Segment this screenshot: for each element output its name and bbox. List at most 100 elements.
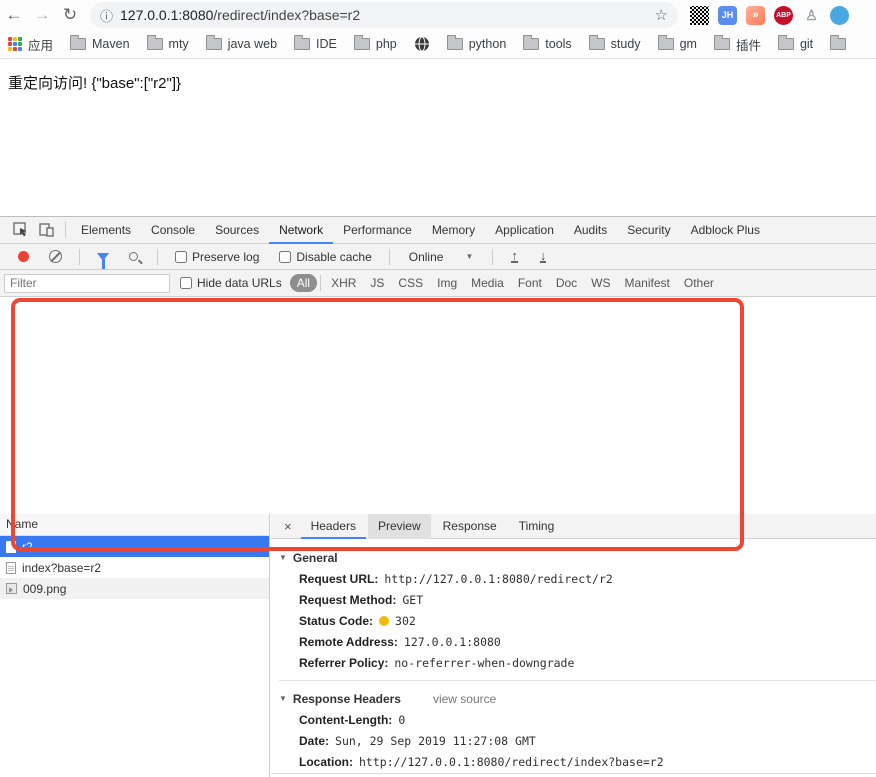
request-row-009png[interactable]: 009.png bbox=[0, 578, 269, 599]
inspect-element-icon[interactable] bbox=[8, 220, 34, 240]
triangle-down-icon: ▼ bbox=[279, 553, 287, 562]
bookmark-star-icon[interactable]: ☆ bbox=[655, 6, 668, 24]
bookmark-folder-mty[interactable]: mty bbox=[147, 37, 189, 51]
blue-extension-icon[interactable] bbox=[830, 6, 849, 25]
field-name: Location: bbox=[299, 755, 353, 769]
folder-icon bbox=[830, 38, 846, 50]
page-info-icon[interactable]: ⓘ bbox=[100, 6, 120, 25]
tab-preview[interactable]: Preview bbox=[368, 514, 431, 539]
record-button[interactable] bbox=[18, 251, 29, 262]
bookmark-folder-php[interactable]: php bbox=[354, 37, 397, 51]
qr-extension-icon[interactable] bbox=[690, 6, 709, 25]
bookmark-label: tools bbox=[545, 37, 571, 51]
bookmark-label: php bbox=[376, 37, 397, 51]
apps-shortcut[interactable]: 应用 bbox=[8, 35, 53, 54]
pill-img[interactable]: Img bbox=[430, 274, 464, 292]
request-row-r2[interactable]: r2 bbox=[0, 536, 269, 557]
bookmark-folder-tools[interactable]: tools bbox=[523, 37, 571, 51]
bookmark-folder-gm[interactable]: gm bbox=[658, 37, 697, 51]
forward-button[interactable]: → bbox=[28, 5, 56, 25]
disable-cache-input[interactable] bbox=[279, 251, 291, 263]
jh-extension-icon[interactable]: JH bbox=[718, 6, 737, 25]
view-source-link[interactable]: view source bbox=[433, 692, 496, 706]
tab-sources[interactable]: Sources bbox=[205, 217, 269, 244]
bookmark-folder-git[interactable]: git bbox=[778, 37, 813, 51]
folder-icon bbox=[523, 38, 539, 50]
pill-other[interactable]: Other bbox=[677, 274, 721, 292]
pill-media[interactable]: Media bbox=[464, 274, 511, 292]
bookmark-folder-maven[interactable]: Maven bbox=[70, 37, 130, 51]
tab-elements[interactable]: Elements bbox=[71, 217, 141, 244]
header-field-date: Date: Sun, 29 Sep 2019 11:27:08 GMT bbox=[279, 730, 876, 751]
hide-data-urls-input[interactable] bbox=[180, 277, 192, 289]
pill-ws[interactable]: WS bbox=[584, 274, 617, 292]
request-list-header[interactable]: Name bbox=[0, 514, 269, 536]
tab-audits[interactable]: Audits bbox=[564, 217, 617, 244]
tab-application[interactable]: Application bbox=[485, 217, 564, 244]
close-icon[interactable]: × bbox=[277, 519, 299, 534]
field-value: 127.0.0.1:8080 bbox=[404, 635, 501, 649]
clear-icon[interactable] bbox=[49, 250, 62, 263]
folder-icon bbox=[447, 38, 463, 50]
device-toolbar-icon[interactable] bbox=[34, 220, 60, 240]
request-row-index[interactable]: index?base=r2 bbox=[0, 557, 269, 578]
folder-icon bbox=[147, 38, 163, 50]
request-list-panel: Name r2 index?base=r2 009.png bbox=[0, 514, 270, 777]
globe-bookmark[interactable] bbox=[414, 36, 430, 52]
tab-adblock-plus[interactable]: Adblock Plus bbox=[681, 217, 770, 244]
bookmark-folder-ide[interactable]: IDE bbox=[294, 37, 337, 51]
stack-extension-icon[interactable]: » bbox=[746, 6, 765, 25]
throttling-dropdown[interactable]: Online ▼ bbox=[409, 250, 474, 264]
bookmark-label: java web bbox=[228, 37, 277, 51]
bookmark-folder-study[interactable]: study bbox=[589, 37, 641, 51]
search-icon[interactable] bbox=[129, 252, 138, 261]
divider bbox=[65, 222, 66, 238]
adblock-extension-icon[interactable]: ABP bbox=[774, 6, 793, 25]
tab-console[interactable]: Console bbox=[141, 217, 205, 244]
header-field-referrer-policy: Referrer Policy: no-referrer-when-downgr… bbox=[279, 652, 876, 673]
divider bbox=[157, 249, 158, 265]
sitemap-extension-icon[interactable]: ♙ bbox=[802, 6, 821, 25]
url-text[interactable]: 127.0.0.1:8080/redirect/index?base=r2 bbox=[120, 7, 655, 23]
header-field-request-method: Request Method: GET bbox=[279, 589, 876, 610]
general-section-header[interactable]: ▼ General bbox=[279, 547, 876, 568]
pill-all[interactable]: All bbox=[290, 274, 317, 292]
pill-doc[interactable]: Doc bbox=[549, 274, 584, 292]
divider bbox=[492, 249, 493, 265]
filter-input[interactable] bbox=[4, 274, 170, 293]
request-detail-panel: × Headers Preview Response Timing ▼ Gene… bbox=[271, 514, 876, 777]
devtools-panel: Elements Console Sources Network Perform… bbox=[0, 216, 876, 560]
bookmark-folder-cut[interactable] bbox=[830, 38, 846, 50]
field-name: Content-Length: bbox=[299, 713, 392, 727]
page-content: 重定向访问! {"base":["r2"]} bbox=[0, 60, 876, 216]
address-bar[interactable]: ⓘ 127.0.0.1:8080/redirect/index?base=r2 … bbox=[90, 2, 678, 28]
pill-js[interactable]: JS bbox=[363, 274, 391, 292]
preserve-log-input[interactable] bbox=[175, 251, 187, 263]
tab-timing[interactable]: Timing bbox=[509, 514, 565, 539]
export-har-icon[interactable]: ↓ bbox=[540, 250, 547, 263]
tab-response[interactable]: Response bbox=[433, 514, 507, 539]
tab-performance[interactable]: Performance bbox=[333, 217, 422, 244]
import-har-icon[interactable]: ↑ bbox=[511, 250, 518, 263]
section-title: General bbox=[293, 551, 338, 565]
bookmark-folder-javaweb[interactable]: java web bbox=[206, 37, 277, 51]
filter-funnel-icon[interactable] bbox=[97, 253, 109, 261]
request-name: r2 bbox=[22, 540, 33, 554]
tab-network[interactable]: Network bbox=[269, 217, 333, 244]
header-field-remote-address: Remote Address: 127.0.0.1:8080 bbox=[279, 631, 876, 652]
bookmark-folder-plugin[interactable]: 插件 bbox=[714, 35, 761, 54]
pill-font[interactable]: Font bbox=[511, 274, 549, 292]
pill-css[interactable]: CSS bbox=[391, 274, 430, 292]
hide-data-urls-checkbox[interactable]: Hide data URLs bbox=[180, 276, 282, 290]
back-button[interactable]: ← bbox=[0, 5, 28, 25]
disable-cache-checkbox[interactable]: Disable cache bbox=[279, 250, 371, 264]
pill-xhr[interactable]: XHR bbox=[324, 274, 363, 292]
tab-security[interactable]: Security bbox=[617, 217, 680, 244]
reload-button[interactable]: ↻ bbox=[56, 5, 84, 25]
pill-manifest[interactable]: Manifest bbox=[618, 274, 677, 292]
preserve-log-checkbox[interactable]: Preserve log bbox=[175, 250, 259, 264]
tab-memory[interactable]: Memory bbox=[422, 217, 485, 244]
bookmark-folder-python[interactable]: python bbox=[447, 37, 507, 51]
tab-headers[interactable]: Headers bbox=[301, 514, 366, 539]
response-headers-section-header[interactable]: ▼ Response Headers view source bbox=[279, 688, 876, 709]
